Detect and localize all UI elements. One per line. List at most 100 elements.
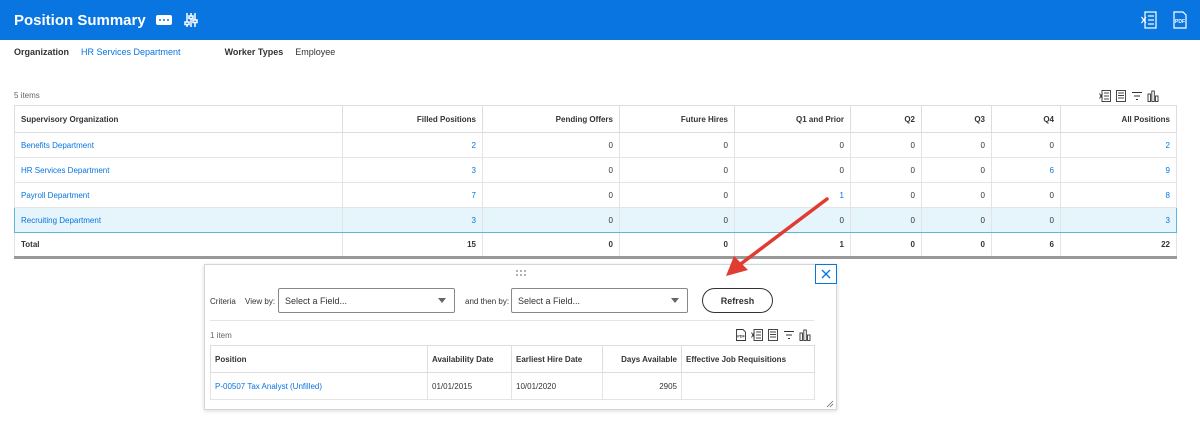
- cell-link[interactable]: 3: [342, 157, 483, 183]
- table-cell: 0: [991, 207, 1061, 233]
- total-cell: 15: [342, 232, 483, 259]
- table-cell: 0: [619, 132, 735, 158]
- table-cell: 0: [921, 157, 992, 183]
- page-header: Position Summary PDF: [0, 0, 1200, 40]
- column-header[interactable]: Q1 and Prior: [734, 105, 851, 133]
- table-cell: 0: [482, 182, 620, 208]
- filter-icon[interactable]: [1131, 90, 1143, 102]
- table-cell: 0: [850, 182, 922, 208]
- table-cell: 0: [482, 157, 620, 183]
- fullscreen-table-icon[interactable]: [1115, 90, 1127, 102]
- table-row[interactable]: Payroll Department 7 0 0 1 0 0 0 8: [14, 182, 1177, 208]
- table-cell: 0: [921, 207, 992, 233]
- related-actions-icon[interactable]: [155, 15, 172, 25]
- position-summary-table: Supervisory Organization Filled Position…: [14, 105, 1177, 259]
- column-header[interactable]: Q3: [921, 105, 992, 133]
- export-excel-icon[interactable]: [751, 329, 763, 341]
- total-cell: 6: [991, 232, 1061, 259]
- position-detail-table: Position Availability Date Earliest Hire…: [210, 345, 815, 400]
- table-cell: 0: [619, 182, 735, 208]
- table-cell: 0: [921, 132, 992, 158]
- column-header[interactable]: Q4: [991, 105, 1061, 133]
- chevron-down-icon: [438, 298, 446, 303]
- chart-view-icon[interactable]: [799, 329, 811, 341]
- table-row[interactable]: Benefits Department 2 0 0 0 0 0 0 2: [14, 132, 1177, 158]
- total-cell: 0: [482, 232, 620, 259]
- organization-value-link[interactable]: HR Services Department: [81, 47, 181, 57]
- export-pdf-icon[interactable]: PDF: [735, 329, 747, 341]
- then-by-select[interactable]: Select a Field...: [511, 288, 688, 313]
- close-popup-button[interactable]: [815, 264, 837, 284]
- chevron-down-icon: [671, 298, 679, 303]
- column-header[interactable]: Filled Positions: [342, 105, 483, 133]
- org-link[interactable]: Recruiting Department: [14, 207, 343, 233]
- table-cell: 2905: [602, 372, 682, 400]
- column-header[interactable]: Availability Date: [427, 345, 512, 373]
- refresh-button[interactable]: Refresh: [702, 288, 773, 313]
- column-header[interactable]: Effective Job Requisitions: [681, 345, 815, 373]
- table-cell: 0: [482, 132, 620, 158]
- export-excel-icon[interactable]: [1141, 11, 1157, 29]
- then-by-label: and then by:: [465, 297, 510, 306]
- view-by-value: Select a Field...: [285, 295, 348, 306]
- worker-types-value: Employee: [295, 47, 336, 57]
- chart-view-icon[interactable]: [1147, 90, 1159, 102]
- org-link[interactable]: Payroll Department: [14, 182, 343, 208]
- table-cell: 0: [850, 157, 922, 183]
- export-excel-icon[interactable]: [1099, 90, 1111, 102]
- position-link[interactable]: P-00507 Tax Analyst (Unfilled): [210, 372, 428, 400]
- column-header[interactable]: All Positions: [1060, 105, 1177, 133]
- table-cell: 0: [734, 157, 851, 183]
- view-by-select[interactable]: Select a Field...: [278, 288, 455, 313]
- column-header[interactable]: Earliest Hire Date: [511, 345, 603, 373]
- table-cell: 0: [619, 157, 735, 183]
- total-cell: 0: [921, 232, 992, 259]
- main-item-count: 5 items: [14, 91, 40, 100]
- filter-sliders-icon[interactable]: [183, 12, 198, 28]
- table-cell: 0: [991, 132, 1061, 158]
- total-cell: 1: [734, 232, 851, 259]
- cell-link[interactable]: 2: [1060, 132, 1177, 158]
- table-total-row: Total 15 0 0 1 0 0 6 22: [14, 232, 1177, 259]
- column-header[interactable]: Position: [210, 345, 428, 373]
- table-row[interactable]: P-00507 Tax Analyst (Unfilled) 01/01/201…: [210, 372, 815, 400]
- total-cell: 0: [619, 232, 735, 259]
- drag-handle-icon[interactable]: [515, 269, 527, 277]
- cell-link[interactable]: 3: [1060, 207, 1177, 233]
- cell-link[interactable]: 2: [342, 132, 483, 158]
- cell-link[interactable]: 7: [342, 182, 483, 208]
- table-row[interactable]: HR Services Department 3 0 0 0 0 0 6 9: [14, 157, 1177, 183]
- table-cell: 01/01/2015: [427, 372, 512, 400]
- fullscreen-table-icon[interactable]: [767, 329, 779, 341]
- table-cell: 0: [850, 132, 922, 158]
- column-header[interactable]: Supervisory Organization: [14, 105, 343, 133]
- table-cell: 0: [850, 207, 922, 233]
- column-header[interactable]: Q2: [850, 105, 922, 133]
- resize-handle-icon[interactable]: [826, 400, 834, 408]
- table-header-row: Position Availability Date Earliest Hire…: [210, 345, 815, 373]
- then-by-value: Select a Field...: [518, 295, 581, 306]
- filter-icon[interactable]: [783, 329, 795, 341]
- table-row-selected[interactable]: Recruiting Department 3 0 0 0 0 0 0 3: [14, 207, 1177, 233]
- cell-link[interactable]: 8: [1060, 182, 1177, 208]
- column-header[interactable]: Pending Offers: [482, 105, 620, 133]
- cell-link[interactable]: 9: [1060, 157, 1177, 183]
- svg-text:PDF: PDF: [737, 335, 745, 339]
- column-header[interactable]: Days Available: [602, 345, 682, 373]
- cell-link[interactable]: 1: [734, 182, 851, 208]
- prompt-bar: Organization HR Services Department Work…: [14, 47, 335, 57]
- total-cell: 22: [1060, 232, 1177, 259]
- org-link[interactable]: HR Services Department: [14, 157, 343, 183]
- divider: [210, 320, 814, 321]
- org-link[interactable]: Benefits Department: [14, 132, 343, 158]
- cell-link[interactable]: 6: [991, 157, 1061, 183]
- popup-table-toolbar: PDF: [735, 329, 811, 341]
- table-cell: 0: [921, 182, 992, 208]
- cell-link[interactable]: 3: [342, 207, 483, 233]
- organization-label: Organization: [14, 47, 70, 57]
- column-header[interactable]: Future Hires: [619, 105, 735, 133]
- export-pdf-icon[interactable]: PDF: [1172, 11, 1188, 29]
- total-cell: 0: [850, 232, 922, 259]
- worker-types-label: Worker Types: [224, 47, 284, 57]
- table-header-row: Supervisory Organization Filled Position…: [14, 105, 1177, 133]
